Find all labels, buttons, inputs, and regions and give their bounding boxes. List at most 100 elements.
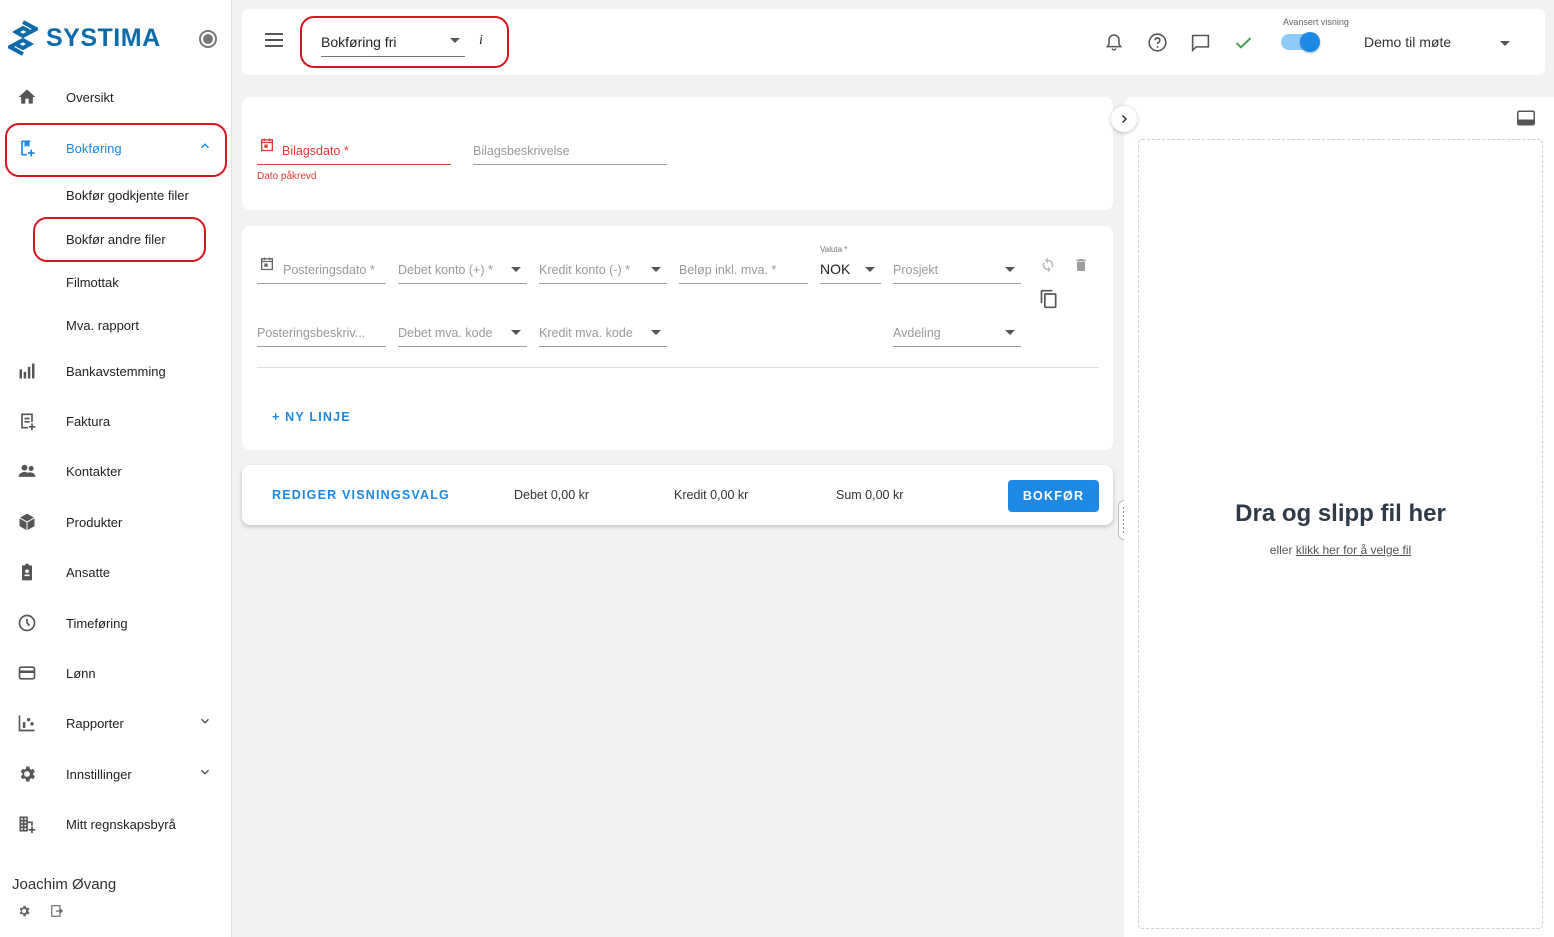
currency-select[interactable]: Valuta * NOK xyxy=(820,245,881,284)
bank-icon xyxy=(16,360,38,382)
voucher-date-label: Bilagsdato * xyxy=(282,144,349,158)
credit-sum: Kredit 0,00 kr xyxy=(674,488,749,502)
sidebar-item-oversikt[interactable]: Oversikt xyxy=(0,77,232,117)
box-icon xyxy=(16,511,38,533)
sidebar-item-label: Bankavstemming xyxy=(66,363,166,379)
dropzone-title: Dra og slipp fil her xyxy=(1235,500,1446,527)
sidebar-item-faktura[interactable]: Faktura xyxy=(0,401,232,441)
debit-sum: Debet 0,00 kr xyxy=(514,488,590,502)
credit-vat-label: Kredit mva. kode xyxy=(539,326,633,340)
sidebar-subitem-bokfor-godkjente[interactable]: Bokfør godkjente filer xyxy=(0,175,232,215)
caret-down-icon xyxy=(865,267,875,272)
sidebar-item-produkter[interactable]: Produkter xyxy=(0,502,232,542)
edit-view-button[interactable]: REDIGER VISNINGSVALG xyxy=(272,488,450,502)
highlight-annotation xyxy=(33,217,206,262)
sidebar-item-label: Faktura xyxy=(66,413,111,429)
logo[interactable]: SYSTIMA xyxy=(8,20,161,56)
currency-value: NOK xyxy=(820,261,851,277)
panel-layout-icon[interactable] xyxy=(1517,110,1535,131)
department-label: Avdeling xyxy=(893,326,941,340)
dropzone-prefix: eller xyxy=(1269,543,1293,557)
sidebar-item-label: Timeføring xyxy=(66,615,128,631)
advanced-view-toggle[interactable] xyxy=(1281,32,1320,52)
copy-icon[interactable] xyxy=(1039,288,1059,315)
debit-vat-label: Debet mva. kode xyxy=(398,326,493,340)
caret-down-icon xyxy=(651,330,661,335)
sidebar-item-bankavstemming[interactable]: Bankavstemming xyxy=(0,351,232,391)
caret-down-icon xyxy=(511,267,521,272)
sidebar-item-label: Mitt regnskapsbyrå xyxy=(66,816,176,832)
choose-file-link[interactable]: klikk her for å velge fil xyxy=(1296,543,1411,557)
posting-date-label: Posteringsdato * xyxy=(283,263,375,277)
sidebar-subitem-label: Bokfør godkjente filer xyxy=(66,187,189,203)
logout-icon[interactable] xyxy=(50,904,64,923)
sidebar-item-lonn[interactable]: Lønn xyxy=(0,653,232,693)
sidebar-item-label: Oversikt xyxy=(66,89,114,105)
amount-field[interactable]: Beløp inkl. mva. * xyxy=(679,254,808,284)
posting-description-field[interactable]: Posteringsbeskriv... xyxy=(257,317,386,347)
sidebar-item-label: Ansatte xyxy=(66,564,111,580)
check-icon[interactable] xyxy=(1233,32,1254,58)
highlight-annotation xyxy=(5,123,227,177)
invoice-icon xyxy=(16,410,38,432)
credit-account-select[interactable]: Kredit konto (-) * xyxy=(539,254,667,284)
systima-logo-icon xyxy=(8,20,38,56)
refresh-icon[interactable] xyxy=(1039,256,1057,279)
debit-account-label: Debet konto (+) * xyxy=(398,263,493,277)
chat-icon[interactable] xyxy=(1190,32,1211,58)
debit-account-select[interactable]: Debet konto (+) * xyxy=(398,254,527,284)
sidebar-item-label: Kontakter xyxy=(66,463,122,479)
currency-label: Valuta * xyxy=(820,245,848,254)
posting-date-field[interactable]: Posteringsdato * xyxy=(257,254,386,284)
badge-icon xyxy=(16,561,38,583)
sidebar-subitem-mva-rapport[interactable]: Mva. rapport xyxy=(0,305,232,345)
voucher-date-field[interactable]: Bilagsdato * xyxy=(257,135,451,165)
sidebar-item-timeforing[interactable]: Timeføring xyxy=(0,603,232,643)
debit-vat-select[interactable]: Debet mva. kode xyxy=(398,317,527,347)
sidebar-item-ansatte[interactable]: Ansatte xyxy=(0,552,232,592)
top-bar: Bokføring fri i Avansert visning Demo ti… xyxy=(242,9,1545,75)
sidebar-item-label: Rapporter xyxy=(66,715,124,731)
project-select[interactable]: Prosjekt xyxy=(893,254,1021,284)
sidebar-item-mitt-regnskapsbyra[interactable]: Mitt regnskapsbyrå xyxy=(0,804,232,844)
voucher-description-field[interactable]: Bilagsbeskrivelse xyxy=(473,135,667,165)
delete-icon[interactable] xyxy=(1073,256,1089,279)
divider xyxy=(257,367,1099,368)
sidebar-item-label: Innstillinger xyxy=(66,766,132,782)
collapse-panel-button[interactable] xyxy=(1111,106,1137,132)
calendar-icon xyxy=(259,255,275,277)
sidebar-item-kontakter[interactable]: Kontakter xyxy=(0,451,232,491)
credit-vat-select[interactable]: Kredit mva. kode xyxy=(539,317,667,347)
sidebar-subitem-label: Filmottak xyxy=(66,274,119,290)
bell-icon[interactable] xyxy=(1104,32,1124,58)
file-panel: Dra og slipp fil her eller klikk her for… xyxy=(1124,97,1554,937)
caret-down-icon xyxy=(1500,41,1510,46)
contacts-icon xyxy=(16,460,38,482)
sidebar-subitem-filmottak[interactable]: Filmottak xyxy=(0,262,232,302)
posting-lines-card: Posteringsdato * Debet konto (+) * Kredi… xyxy=(242,226,1113,450)
chevron-right-icon xyxy=(1121,114,1128,124)
settings-icon[interactable] xyxy=(17,904,31,923)
building-icon xyxy=(16,813,38,835)
department-select[interactable]: Avdeling xyxy=(893,317,1021,347)
sidebar-item-innstillinger[interactable]: Innstillinger xyxy=(0,754,232,794)
sidebar-item-rapporter[interactable]: Rapporter xyxy=(0,703,232,743)
new-line-button[interactable]: + NY LINJE xyxy=(272,410,351,424)
posting-description-label: Posteringsbeskriv... xyxy=(257,326,366,340)
voucher-date-error: Dato påkrevd xyxy=(257,171,317,182)
caret-down-icon xyxy=(1005,330,1015,335)
theme-toggle-icon[interactable] xyxy=(199,30,217,48)
chevron-down-icon xyxy=(198,714,212,733)
gear-icon xyxy=(16,763,38,785)
file-dropzone[interactable]: Dra og slipp fil her eller klikk her for… xyxy=(1138,139,1543,929)
advanced-view-label: Avansert visning xyxy=(1283,17,1349,27)
company-select[interactable]: Demo til møte xyxy=(1364,29,1510,55)
menu-icon[interactable] xyxy=(265,33,283,52)
help-icon[interactable] xyxy=(1147,32,1168,58)
project-label: Prosjekt xyxy=(893,263,939,277)
home-icon xyxy=(16,86,38,108)
submit-button-label: BOKFØR xyxy=(1022,489,1085,503)
dropzone-subtitle: eller klikk her for å velge fil xyxy=(1139,543,1542,557)
summary-bar: REDIGER VISNINGSVALG Debet 0,00 kr Kredi… xyxy=(242,465,1113,525)
submit-button[interactable]: BOKFØR xyxy=(1008,480,1099,512)
